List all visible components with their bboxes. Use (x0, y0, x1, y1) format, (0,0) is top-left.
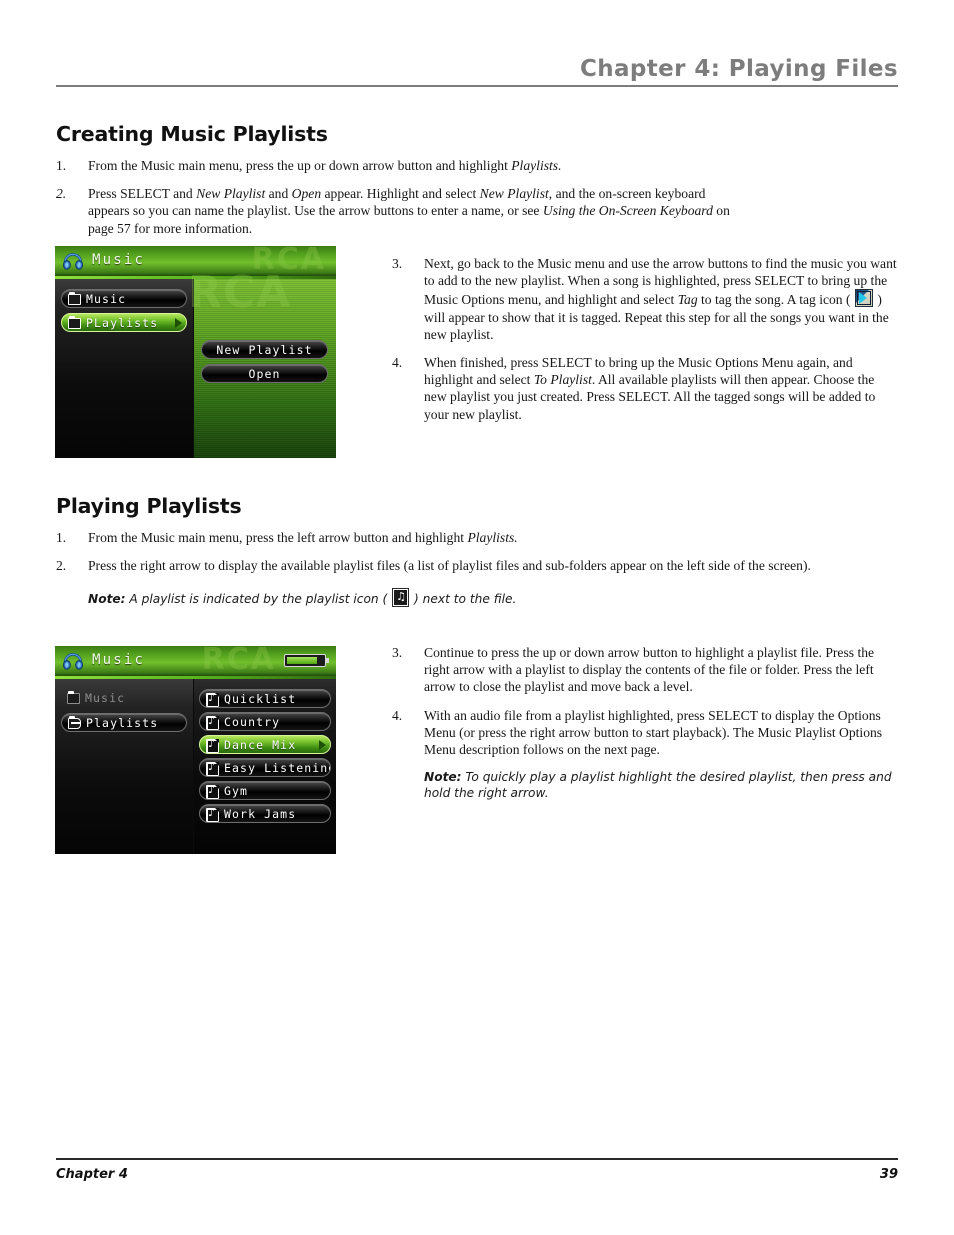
menu-item-playlists[interactable]: Playlists (61, 713, 187, 732)
chevron-right-icon (175, 318, 182, 328)
list-text: Press the right arrow to display the ava… (88, 558, 811, 574)
menu-item-new-playlist[interactable]: New Playlist (201, 340, 328, 359)
list-text: When finished, press SELECT to bring up … (424, 355, 876, 422)
headphones-icon (62, 253, 84, 270)
tag-icon (854, 289, 873, 308)
list-text: Press SELECT and New Playlist and Open a… (88, 186, 730, 236)
list-item: 1. From the Music main menu, press the u… (56, 157, 746, 174)
chevron-right-icon (319, 740, 326, 750)
playlist-icon: ♫ (392, 588, 410, 608)
device-screenshot-new-playlist: RCA Music Music PLaylists RCA New Playli… (55, 246, 336, 458)
playlist-item-label: Gym (224, 784, 249, 798)
folder-open-icon (68, 716, 81, 729)
battery-icon (284, 654, 329, 667)
list-item: 4. When finished, press SELECT to bring … (392, 354, 897, 423)
list-item: 1. From the Music main menu, press the l… (56, 529, 856, 546)
footer-chapter-label: Chapter 4 (56, 1167, 128, 1182)
playlist-icon: ♪ (206, 691, 219, 707)
device-screenshot-playlists: RCA Music Music Playlists ♪ Quicklist ♪ … (55, 646, 336, 854)
playlist-item-label: Country (224, 715, 281, 729)
playlist-icon: ♪ (206, 783, 219, 799)
headphones-icon (62, 653, 84, 670)
page-number: 39 (879, 1167, 898, 1182)
note-label: Note: (424, 770, 462, 785)
playlist-icon: ♪ (206, 714, 219, 730)
list-item: 3. Next, go back to the Music menu and u… (392, 255, 897, 343)
list-number: 4. (392, 707, 403, 723)
list-text: From the Music main menu, press the left… (88, 530, 518, 545)
menu-item-music[interactable]: Music (61, 689, 187, 708)
list-number: 1. (56, 158, 67, 173)
page-header: Chapter 4: Playing Files (56, 58, 898, 87)
steps-list-creating-left: 1. From the Music main menu, press the u… (56, 157, 746, 248)
section-heading-playing-playlists: Playing Playlists (56, 494, 242, 518)
list-number: 2. (56, 558, 67, 574)
menu-item-open[interactable]: Open (201, 364, 328, 383)
playlist-item-label: Easy Listening (224, 761, 331, 775)
menu-item-label: Music (86, 292, 127, 306)
device-title: Music (92, 652, 146, 668)
note-label: Note: (88, 592, 126, 607)
list-number: 4. (392, 355, 403, 371)
folder-closed-icon (68, 292, 81, 305)
list-item: 4. With an audio file from a playlist hi… (392, 707, 897, 759)
list-item: 3. Continue to press the up or down arro… (392, 644, 897, 696)
note-playlist-icon: Note: A playlist is indicated by the pla… (88, 588, 856, 608)
playlist-item-work-jams[interactable]: ♪ Work Jams (199, 804, 331, 823)
folder-closed-icon (67, 691, 80, 704)
playlist-item-quicklist[interactable]: ♪ Quicklist (199, 689, 331, 708)
playlist-icon: ♪ (206, 760, 219, 776)
note-text-after: ) next to the file. (410, 592, 517, 607)
device-title: Music (92, 252, 146, 268)
list-item: 2. Press SELECT and New Playlist and Ope… (56, 185, 746, 237)
note-text: To quickly play a playlist highlight the… (424, 770, 892, 801)
playlist-item-dance-mix[interactable]: ♪ Dance Mix (199, 735, 331, 754)
device-left-panel: Music Playlists (55, 679, 193, 854)
list-text: Next, go back to the Music menu and use … (424, 256, 897, 342)
section-heading-creating-music-playlists: Creating Music Playlists (56, 122, 328, 146)
playlist-icon: ♪ (206, 737, 219, 753)
note-quick-play: Note: To quickly play a playlist highlig… (424, 769, 897, 801)
menu-item-label: New Playlist (216, 343, 313, 357)
menu-item-label: Playlists (86, 716, 159, 730)
menu-item-music[interactable]: Music (61, 289, 187, 308)
list-number: 1. (56, 530, 67, 545)
menu-item-label: Open (248, 367, 281, 381)
device-titlebar: RCA Music (55, 646, 336, 676)
playlist-item-gym[interactable]: ♪ Gym (199, 781, 331, 800)
note-text-before: A playlist is indicated by the playlist … (125, 592, 392, 607)
device-right-panel: RCA New Playlist Open (188, 267, 336, 458)
list-number: 3. (392, 256, 403, 271)
list-text: With an audio file from a playlist highl… (424, 707, 883, 758)
device-right-panel: ♪ Quicklist ♪ Country ♪ Dance Mix ♪ Easy… (194, 679, 336, 854)
playlist-item-label: Work Jams (224, 807, 297, 821)
list-text: Continue to press the up or down arrow b… (424, 645, 875, 695)
device-left-panel: Music PLaylists (55, 279, 193, 458)
folder-closed-icon (68, 316, 81, 329)
watermark-text: RCA (201, 646, 276, 676)
playlist-item-label: Dance Mix (224, 738, 297, 752)
watermark-text: RCA (188, 267, 292, 318)
playlist-item-country[interactable]: ♪ Country (199, 712, 331, 731)
menu-item-label: Music (85, 691, 126, 705)
steps-list-playing-right: 3. Continue to press the up or down arro… (392, 644, 897, 801)
list-text: From the Music main menu, press the up o… (88, 158, 562, 173)
playlist-icon: ♪ (206, 806, 219, 822)
list-number: 3. (392, 645, 403, 660)
steps-list-creating-right: 3. Next, go back to the Music menu and u… (392, 255, 897, 434)
playlist-item-label: Quicklist (224, 692, 297, 706)
playlist-item-easy-listening[interactable]: ♪ Easy Listening (199, 758, 331, 777)
list-number: 2. (56, 186, 67, 202)
chapter-title: Chapter 4: Playing Files (579, 56, 898, 82)
page-footer: Chapter 4 39 (56, 1158, 898, 1182)
menu-item-playlists[interactable]: PLaylists (61, 313, 187, 332)
steps-list-playing-left: 1. From the Music main menu, press the l… (56, 529, 856, 608)
menu-item-label: PLaylists (86, 316, 159, 330)
list-item: 2. Press the right arrow to display the … (56, 557, 856, 574)
